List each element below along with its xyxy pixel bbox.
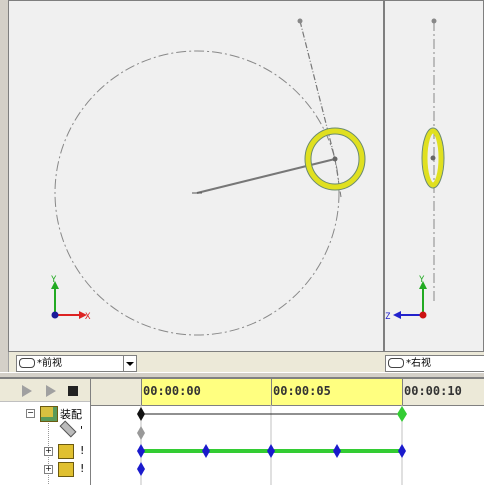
link-icon bbox=[19, 358, 35, 368]
tangent-line-2 bbox=[334, 158, 342, 198]
time-label-5: 00:00:05 bbox=[273, 384, 331, 398]
diamond-keyframe-icon bbox=[137, 407, 145, 421]
right-view-label: *右视 bbox=[406, 358, 431, 369]
timeline-ruler[interactable]: 00:00:00 00:00:05 00:00:10 bbox=[91, 379, 484, 406]
expand-toggle[interactable]: + bbox=[44, 447, 53, 456]
part-icon bbox=[58, 462, 74, 477]
right-y-axis-label: Y bbox=[419, 275, 425, 285]
collapse-toggle[interactable]: − bbox=[26, 409, 35, 418]
front-viewport[interactable]: Y X *前视 bbox=[8, 0, 384, 372]
tree-item-label: ! bbox=[80, 462, 85, 475]
pivot-point-right bbox=[431, 18, 437, 24]
y-axis-label: Y bbox=[51, 275, 57, 285]
expand-toggle[interactable]: + bbox=[44, 465, 53, 474]
diamond-keyframe-icon bbox=[202, 444, 210, 458]
z-axis-arrow bbox=[393, 311, 401, 319]
diamond-keyframe-icon bbox=[137, 426, 145, 440]
tick-10 bbox=[402, 379, 403, 405]
link-icon bbox=[388, 358, 404, 368]
playback-toolbar bbox=[0, 379, 90, 402]
x-axis-label: X bbox=[85, 312, 91, 322]
diamond-keyframe-icon bbox=[137, 444, 145, 458]
tree-row-assembly[interactable]: − 装配 bbox=[0, 405, 90, 423]
right-viewport[interactable]: Y Z *右视 bbox=[384, 0, 484, 372]
animation-tree: − 装配 ' + ! + ! bbox=[0, 379, 91, 485]
tree-item-label: ! bbox=[80, 444, 85, 457]
stop-icon[interactable] bbox=[68, 386, 78, 396]
assembly-icon bbox=[40, 406, 58, 422]
chevron-down-icon[interactable] bbox=[123, 356, 136, 371]
front-view-canvas[interactable]: Y X bbox=[9, 1, 383, 351]
ring-center-right bbox=[430, 155, 436, 161]
timeline-panel: − 装配 ' + ! + ! 00:00:00 00:00:05 00:00:1… bbox=[0, 378, 484, 485]
front-view-selector[interactable]: *前视 bbox=[16, 355, 137, 372]
tick-5 bbox=[271, 379, 272, 405]
wrench-icon bbox=[59, 420, 77, 438]
diamond-keyframe-icon bbox=[267, 444, 275, 458]
ring-center bbox=[332, 156, 338, 162]
time-label-10: 00:00:10 bbox=[404, 384, 462, 398]
diamond-keyframe-icon bbox=[398, 444, 406, 458]
part-icon bbox=[58, 444, 74, 459]
diamond-keyframe-icon bbox=[397, 406, 407, 422]
z-axis-label: Z bbox=[385, 312, 391, 322]
front-view-label: *前视 bbox=[37, 358, 62, 369]
right-view-selector[interactable]: *右视 bbox=[385, 355, 484, 372]
time-label-0: 00:00:00 bbox=[143, 384, 201, 398]
tree-item-label: ' bbox=[80, 424, 84, 437]
axis-origin bbox=[51, 311, 59, 319]
right-view-canvas[interactable]: Y Z bbox=[385, 1, 484, 351]
diamond-keyframe-icon bbox=[137, 462, 145, 476]
tree-item-label: 装配 bbox=[60, 408, 82, 421]
tick-0 bbox=[141, 379, 142, 405]
play-icon[interactable] bbox=[46, 385, 56, 397]
right-axis-origin bbox=[419, 311, 427, 319]
timeline-tracks[interactable] bbox=[91, 405, 484, 485]
play-icon[interactable] bbox=[22, 385, 32, 397]
diamond-keyframe-icon bbox=[333, 444, 341, 458]
tree-row-part-2[interactable]: + ! bbox=[0, 461, 90, 479]
pivot-point bbox=[297, 18, 303, 24]
tree-row-tool[interactable]: ' bbox=[0, 420, 90, 441]
tree-row-part-1[interactable]: + ! bbox=[0, 443, 90, 461]
